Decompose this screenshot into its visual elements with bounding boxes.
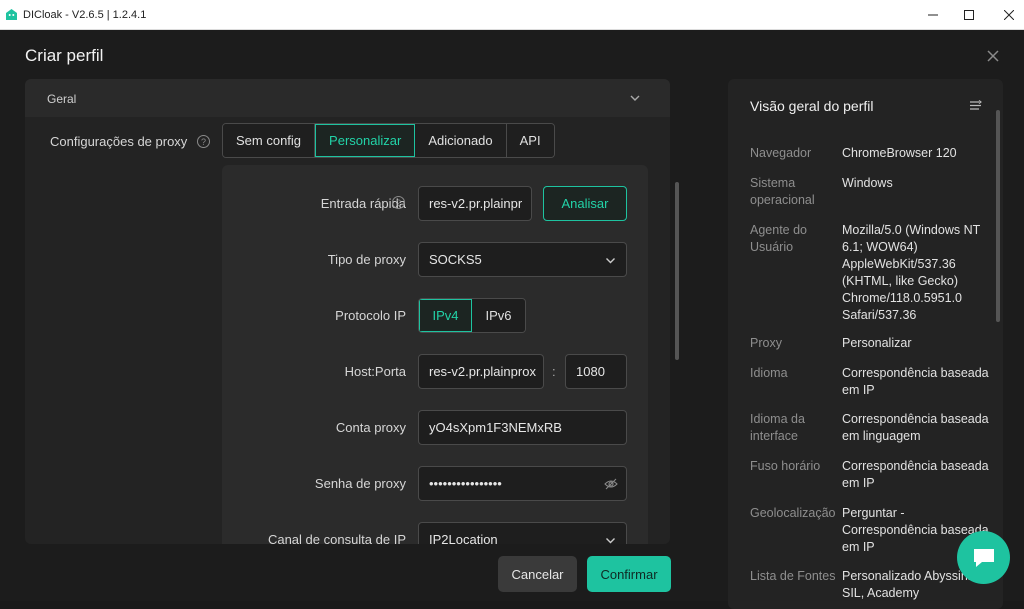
host-port-separator: : [552, 364, 556, 379]
tab-adicionado[interactable]: Adicionado [415, 124, 507, 157]
proxy-password-label: Senha de proxy [314, 476, 406, 491]
create-profile-dialog: Criar perfil Geral Configurações de prox… [0, 30, 1024, 609]
overview-row-browser: Navegador ChromeBrowser 120 [750, 146, 957, 160]
ip-channel-select[interactable]: IP2Location [418, 522, 627, 544]
cancel-button[interactable]: Cancelar [498, 556, 577, 592]
proxy-settings-label: Configurações de proxy [50, 134, 188, 149]
overview-scrollbar[interactable] [996, 110, 1000, 322]
overview-row-os: Sistema operacional Windows [750, 176, 893, 207]
chevron-down-icon [606, 258, 615, 264]
window-title: DICloak - V2.6.5 | 1.2.4.1 [23, 8, 147, 21]
close-window-button[interactable] [986, 0, 1024, 30]
overview-title: Visão geral do perfil [750, 98, 874, 114]
overview-row-ui-language: Idioma da interface Correspondência base… [750, 412, 989, 443]
analyze-button[interactable]: Analisar [543, 186, 627, 221]
minimize-icon [928, 14, 938, 16]
chevron-down-icon [630, 95, 640, 101]
proxy-type-select[interactable]: SOCKS5 [418, 242, 627, 277]
eye-off-icon[interactable] [604, 478, 618, 490]
proxy-form: Entrada rápida ? res-v2.pr.plainpr Anali… [222, 165, 648, 544]
ip-channel-value: IP2Location [429, 532, 498, 544]
ipv4-option[interactable]: IPv4 [419, 299, 472, 332]
maximize-icon [964, 10, 974, 20]
list-menu-icon[interactable] [969, 99, 982, 112]
support-chat-button[interactable] [957, 531, 1010, 584]
port-input[interactable]: 1080 [565, 354, 627, 389]
tab-api[interactable]: API [506, 124, 554, 157]
host-input[interactable]: res-v2.pr.plainprox [418, 354, 544, 389]
dialog-close-icon[interactable] [985, 48, 1001, 64]
tab-personalizar[interactable]: Personalizar [315, 124, 416, 157]
host-port-label: Host:Porta [344, 364, 406, 379]
overview-row-language: Idioma Correspondência baseada em IP [750, 366, 989, 397]
proxy-password-input[interactable]: •••••••••••••••• [418, 466, 627, 501]
chat-bubble-icon [973, 548, 994, 567]
tab-sem-config[interactable]: Sem config [223, 124, 316, 157]
overview-row-proxy: Proxy Personalizar [750, 336, 912, 350]
window-titlebar: DICloak - V2.6.5 | 1.2.4.1 [0, 0, 1024, 30]
proxy-account-label: Conta proxy [335, 420, 406, 435]
dicloak-logo-icon [6, 9, 17, 20]
close-icon [1004, 10, 1014, 20]
confirm-button[interactable]: Confirmar [587, 556, 671, 592]
form-scrollbar[interactable] [675, 182, 679, 360]
chevron-down-icon [606, 538, 615, 544]
proxy-mode-tabs: Sem config Personalizar Adicionado API [222, 123, 555, 158]
ip-channel-label: Canal de consulta de IP [267, 532, 406, 544]
general-section-header[interactable]: Geral [25, 79, 670, 117]
section-title: Geral [47, 92, 77, 106]
ip-protocol-label: Protocolo IP [335, 308, 406, 323]
overview-row-geolocation: Geolocalização Perguntar - Correspondênc… [750, 506, 989, 554]
help-icon[interactable]: ? [197, 135, 210, 148]
password-value: •••••••••••••••• [429, 476, 502, 491]
proxy-account-input[interactable]: yO4sXpm1F3NEMxRB [418, 410, 627, 445]
dialog-title: Criar perfil [25, 46, 104, 65]
quick-entry-input[interactable]: res-v2.pr.plainpr [418, 186, 532, 221]
overview-row-timezone: Fuso horário Correspondência baseada em … [750, 459, 989, 490]
quick-entry-help-icon[interactable]: ? [392, 196, 405, 209]
overview-row-user-agent: Agente do Usuário Mozilla/5.0 (Windows N… [750, 223, 981, 322]
proxy-type-value: SOCKS5 [429, 252, 482, 267]
proxy-type-label: Tipo de proxy [327, 252, 406, 267]
ipv6-option[interactable]: IPv6 [472, 299, 525, 332]
ip-protocol-toggle: IPv4 IPv6 [418, 298, 526, 333]
overview-row-fonts: Lista de Fontes Personalizado Abyssinica… [750, 569, 984, 600]
profile-overview-panel: Visão geral do perfil Navegador ChromeBr… [728, 79, 1003, 609]
general-section: Geral Configurações de proxy ? Sem confi… [25, 79, 670, 544]
